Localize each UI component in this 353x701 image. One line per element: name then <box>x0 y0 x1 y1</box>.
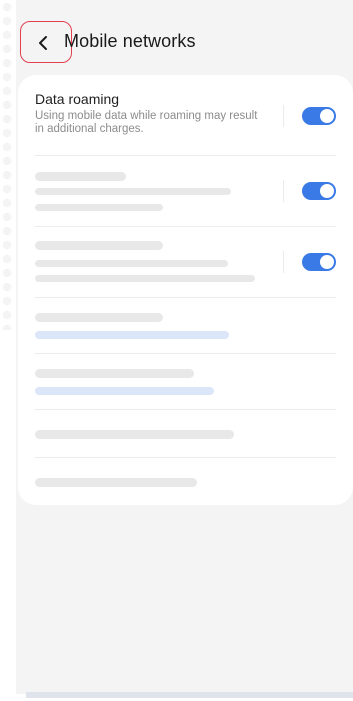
skeleton-line <box>35 275 255 282</box>
divider <box>35 155 336 156</box>
phone-screen: Mobile networks Data roaming Using mobil… <box>16 0 353 694</box>
skeleton-line <box>35 313 163 322</box>
skeleton-line <box>35 478 197 487</box>
divider <box>35 353 336 354</box>
skeleton-link-line <box>35 387 214 395</box>
divider <box>35 457 336 458</box>
placeholder-toggle-1[interactable] <box>302 182 336 200</box>
app-header: Mobile networks <box>16 18 353 66</box>
toggle-knob <box>319 108 335 124</box>
page-title: Mobile networks <box>64 31 196 51</box>
skeleton-line <box>35 188 231 195</box>
divider <box>35 297 336 298</box>
toggle-knob <box>319 183 335 199</box>
skeleton-line <box>35 430 234 439</box>
phone-bottom-edge <box>26 692 353 698</box>
settings-card: Data roaming Using mobile data while roa… <box>18 75 353 505</box>
divider <box>35 226 336 227</box>
toggle-knob <box>319 254 335 270</box>
placeholder-toggle-2[interactable] <box>302 253 336 271</box>
data-roaming-description: Using mobile data while roaming may resu… <box>35 110 258 135</box>
toggle-separator <box>283 251 284 273</box>
skeleton-line <box>35 369 194 378</box>
toggle-separator <box>283 180 284 202</box>
skeleton-link-line <box>35 331 229 339</box>
data-roaming-toggle[interactable] <box>302 107 336 125</box>
data-roaming-row[interactable]: Data roaming Using mobile data while roa… <box>35 91 336 136</box>
data-roaming-title: Data roaming <box>35 91 120 107</box>
toggle-separator <box>283 105 284 127</box>
skeleton-line <box>35 260 228 267</box>
skeleton-line <box>35 204 163 211</box>
chevron-left-icon <box>39 36 47 50</box>
skeleton-line <box>35 241 163 250</box>
skeleton-line <box>35 172 126 181</box>
divider <box>35 409 336 410</box>
